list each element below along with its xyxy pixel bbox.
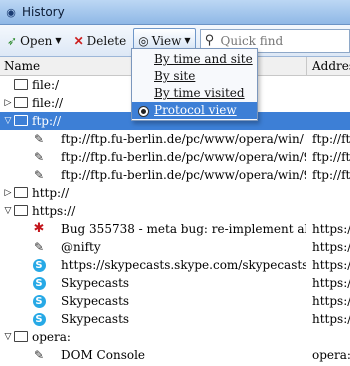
expand-toggle-icon[interactable]: ▽ (3, 112, 13, 130)
view-menu-item-by-time-visited[interactable]: By time visited (132, 85, 257, 102)
page-icon: ✎ (33, 132, 45, 146)
row-label: Bug 355738 - meta bug: re-implement all … (61, 222, 306, 236)
collapse-toggle-icon[interactable]: ▷ (3, 94, 13, 112)
delete-button[interactable]: ✕ Delete (69, 28, 132, 54)
page-icon: ✎ (33, 348, 45, 362)
row-label: DOM Console (61, 348, 146, 362)
row-address: ftp://ftp (312, 168, 350, 182)
history-row[interactable]: ✎ @nifty https:// (0, 238, 350, 256)
row-label: ftp://ftp.fu-berlin.de/pc/www/opera/win/… (61, 150, 306, 164)
row-label: https://skypecasts.skype.com/skypecasts/… (61, 258, 306, 272)
bug-icon: ✱ (33, 221, 45, 236)
folder-icon (14, 186, 28, 200)
row-address: https:// (312, 258, 350, 272)
history-icon: ◉ (6, 5, 16, 19)
history-row[interactable]: ✎ ftp://ftp.fu-berlin.de/pc/www/opera/win… (0, 148, 350, 166)
row-address: https:// (312, 222, 350, 236)
row-address: ftp://ftp (312, 132, 350, 146)
history-row[interactable]: ✎ ftp://ftp.fu-berlin.de/pc/www/opera/win… (0, 166, 350, 184)
menu-item-label: Protocol view (154, 103, 237, 117)
row-label: @nifty (61, 240, 101, 254)
row-label: https:// (32, 204, 76, 218)
folder-icon (14, 114, 28, 128)
menu-item-label: By time and site (154, 52, 253, 66)
radio-selected-icon (138, 106, 149, 117)
page-icon: ✎ (33, 150, 45, 164)
folder-icon (14, 78, 28, 92)
window-title: History (22, 5, 65, 19)
chevron-down-icon: ▼ (184, 36, 191, 45)
skype-icon: S (32, 294, 46, 308)
folder-row[interactable]: ▷ http:// (0, 184, 350, 202)
column-divider[interactable] (306, 57, 307, 75)
history-row[interactable]: ✎ ftp://ftp.fu-berlin.de/pc/www/opera/win… (0, 130, 350, 148)
history-row[interactable]: S Skypecasts https:// (0, 310, 350, 328)
row-address: https:// (312, 240, 350, 254)
window-titlebar: ◉ History (0, 0, 350, 25)
column-address-header[interactable]: Address (312, 59, 350, 73)
folder-icon (14, 330, 28, 344)
history-row[interactable]: Shttps://skypecasts.skype.com/skypecasts… (0, 256, 350, 274)
history-row[interactable]: ✎ DOM Console opera:/ (0, 346, 350, 364)
delete-button-label: Delete (86, 33, 127, 48)
row-address: https:// (312, 312, 350, 326)
skype-icon: S (32, 276, 46, 290)
delete-icon: ✕ (73, 33, 84, 48)
row-address: opera:/ (312, 348, 350, 362)
quick-find-input[interactable] (218, 32, 343, 49)
row-label: opera: (32, 330, 71, 344)
view-menu-item-by-site[interactable]: By site (132, 68, 257, 85)
open-button[interactable]: ➶ Open ▼ (2, 28, 67, 54)
row-label: ftp://ftp.fu-berlin.de/pc/www/opera/win/ (61, 132, 304, 146)
eye-icon: ◎ (138, 33, 149, 48)
collapse-toggle-icon[interactable]: ▷ (3, 184, 13, 202)
history-row[interactable]: S Skypecasts https:// (0, 274, 350, 292)
view-menu-item-protocol-view[interactable]: Protocol view (132, 102, 257, 119)
chevron-down-icon[interactable]: ▼ (55, 36, 61, 45)
column-name-header[interactable]: Name (4, 59, 40, 73)
menu-item-label: By time visited (154, 86, 245, 100)
page-icon: ✎ (33, 240, 45, 254)
row-label: http:// (32, 186, 70, 200)
page-icon: ✎ (33, 168, 45, 182)
open-button-label: Open (20, 33, 53, 48)
view-menu-item-by-time-and-site[interactable]: By time and site (132, 51, 257, 68)
row-address: ftp://ftp (312, 150, 350, 164)
skype-icon: S (32, 312, 46, 326)
folder-row[interactable]: ▽ https:// (0, 202, 350, 220)
expand-toggle-icon[interactable]: ▽ (3, 202, 13, 220)
folder-icon (14, 204, 28, 218)
folder-icon (14, 96, 28, 110)
menu-item-label: By site (154, 69, 196, 83)
row-label: Skypecasts (61, 276, 130, 290)
search-icon: ⚲ (204, 33, 215, 48)
skype-icon: S (32, 258, 46, 272)
row-label: ftp://ftp.fu-berlin.de/pc/www/opera/win/… (61, 168, 306, 182)
expand-toggle-icon[interactable]: ▽ (3, 328, 13, 346)
history-row[interactable]: ✱ Bug 355738 - meta bug: re-implement all… (0, 220, 350, 238)
folder-row[interactable]: ▽ opera: (0, 328, 350, 346)
row-address: https:// (312, 276, 350, 290)
row-address: https:// (312, 294, 350, 308)
row-label: Skypecasts (61, 294, 130, 308)
open-arrow-icon: ➶ (7, 33, 18, 48)
view-menu: By time and site By site By time visited Pr… (131, 48, 258, 121)
history-row[interactable]: S Skypecasts https:// (0, 292, 350, 310)
view-button-label: View (151, 33, 182, 48)
row-label: Skypecasts (61, 312, 130, 326)
